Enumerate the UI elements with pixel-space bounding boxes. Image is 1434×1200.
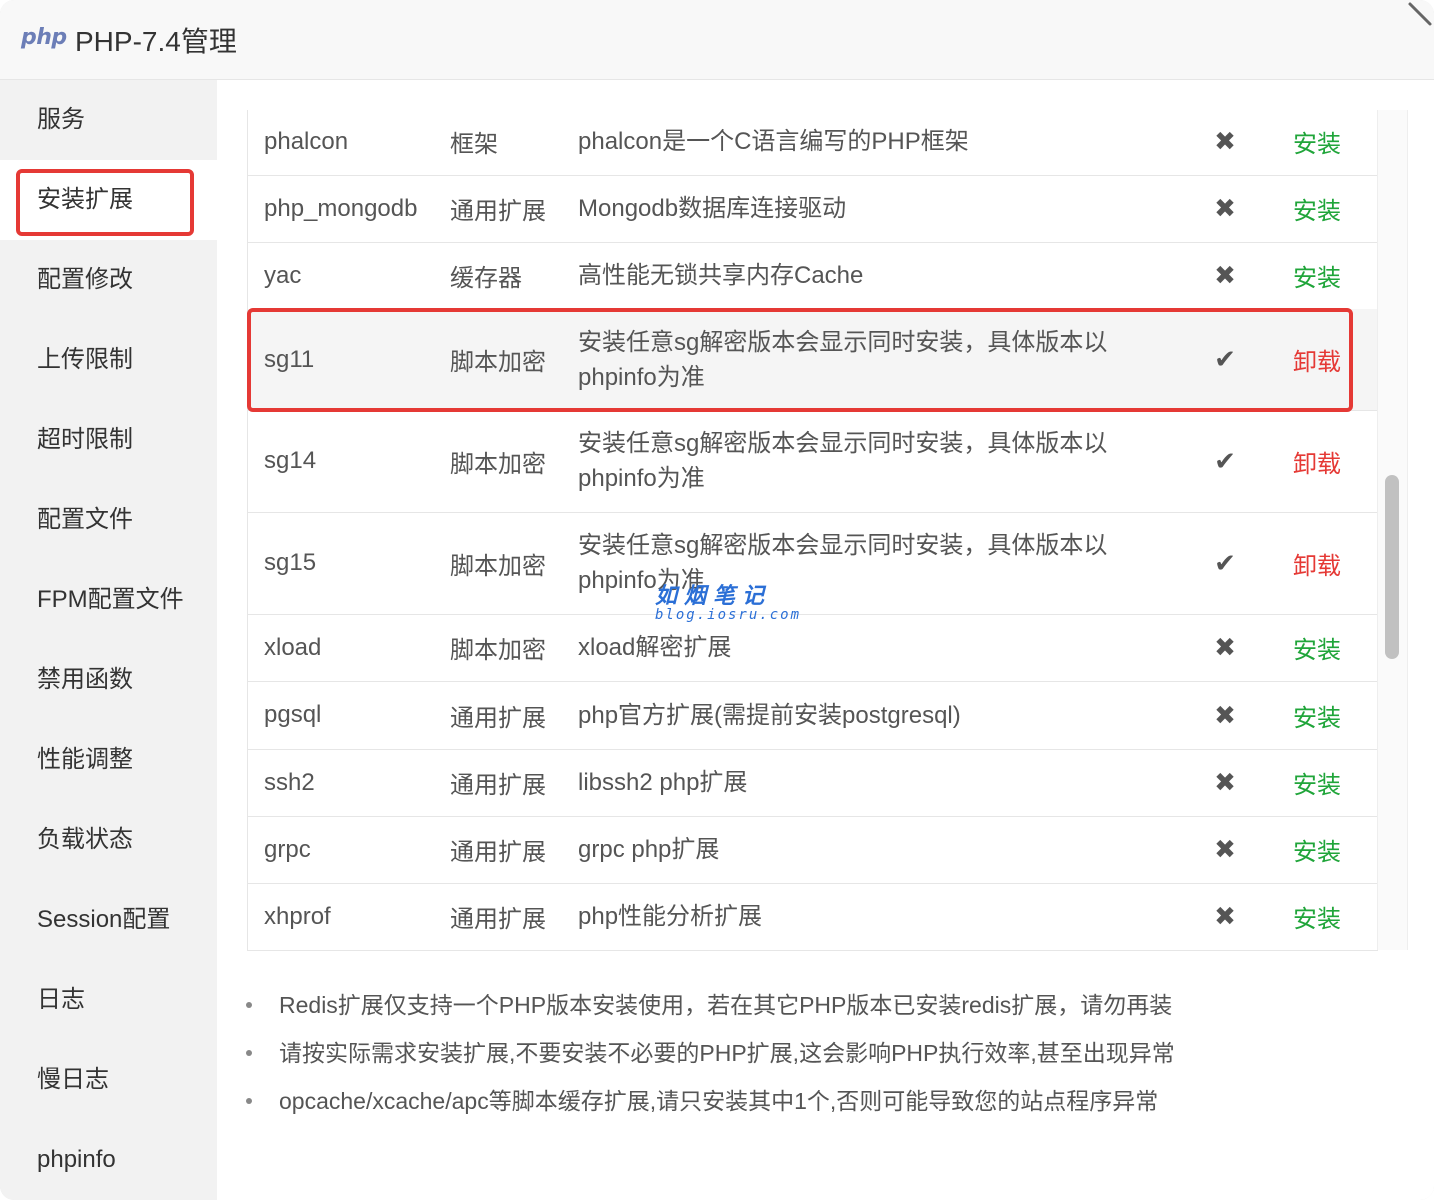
tip-text: opcache/xcache/apc等脚本缓存扩展,请只安装其中1个,否则可能导… [279, 1088, 1159, 1114]
check-icon: ✔ [1214, 547, 1236, 578]
extension-description: phalcon是一个C语言编写的PHP框架 [578, 128, 969, 155]
extension-type: 通用扩展 [450, 906, 546, 933]
install-button[interactable]: 安装 [1293, 110, 1353, 175]
extension-name: php_mongodb [264, 194, 418, 222]
extension-name: ssh2 [264, 768, 315, 796]
table-row: sg11 脚本加密 安装任意sg解密版本会显示同时安装，具体版本以phpinfo… [248, 309, 1378, 411]
extension-type: 缓存器 [450, 265, 522, 292]
extension-description: 安装任意sg解密版本会显示同时安装，具体版本以phpinfo为准 [578, 430, 1108, 492]
sidebar-item-upload-limit[interactable]: 上传限制 [0, 320, 217, 400]
php-manager-window: php PHP-7.4管理 服务 安装扩展 配置修改 上传限制 超时限制 配置文… [0, 0, 1434, 1200]
sidebar-item-fpm-config[interactable]: FPM配置文件 [0, 560, 217, 640]
list-item: opcache/xcache/apc等脚本缓存扩展,请只安装其中1个,否则可能导… [246, 1081, 1175, 1129]
extension-name: grpc [264, 835, 311, 863]
window-corner-icon [1408, 2, 1432, 26]
install-button[interactable]: 安装 [1293, 175, 1353, 242]
extension-description: xload解密扩展 [578, 634, 732, 661]
sidebar-item-config-edit[interactable]: 配置修改 [0, 240, 217, 320]
extension-name: xhprof [264, 902, 331, 930]
table-row: grpc 通用扩展 grpc php扩展 ✖ 安装 [248, 816, 1378, 884]
extension-type: 通用扩展 [450, 198, 546, 225]
sidebar-item-disabled-functions[interactable]: 禁用函数 [0, 640, 217, 720]
window-title: PHP-7.4管理 [75, 26, 237, 57]
cross-icon: ✖ [1214, 632, 1236, 662]
list-item: 请按实际需求安装扩展,不要安装不必要的PHP扩展,这会影响PHP执行效率,甚至出… [246, 1033, 1175, 1081]
extension-name: xload [264, 633, 322, 661]
extension-name: sg15 [264, 549, 317, 576]
table-row: sg14 脚本加密 安装任意sg解密版本会显示同时安装，具体版本以phpinfo… [248, 410, 1378, 513]
tip-text: Redis扩展仅支持一个PHP版本安装使用，若在其它PHP版本已安装redis扩… [279, 992, 1173, 1018]
extension-type: 脚本加密 [450, 349, 546, 376]
extension-name: phalcon [264, 127, 349, 155]
cross-icon: ✖ [1214, 126, 1236, 156]
extension-table: phalcon 框架 phalcon是一个C语言编写的PHP框架 ✖ 安装 ph… [247, 110, 1378, 951]
extension-type: 脚本加密 [450, 637, 546, 664]
extension-description: php官方扩展(需提前安装postgresql) [578, 701, 961, 729]
sidebar-item-config-file[interactable]: 配置文件 [0, 480, 217, 560]
sidebar-item-session-config[interactable]: Session配置 [0, 880, 217, 960]
cross-icon: ✖ [1214, 834, 1236, 864]
extension-name: sg11 [264, 345, 315, 373]
cross-icon: ✖ [1214, 193, 1236, 223]
extension-description: 高性能无锁共享内存Cache [578, 262, 864, 289]
uninstall-button[interactable]: 卸载 [1293, 512, 1353, 614]
table-row: xhprof 通用扩展 php性能分析扩展 ✖ 安装 [248, 883, 1378, 950]
sidebar-item-install-extension[interactable]: 安装扩展 [0, 160, 217, 240]
table-scrollbar-thumb[interactable] [1385, 475, 1399, 659]
bullet-icon [246, 1002, 252, 1008]
title-bar: php PHP-7.4管理 [0, 0, 1434, 80]
sidebar-item-performance[interactable]: 性能调整 [0, 720, 217, 800]
extension-type: 通用扩展 [450, 772, 546, 799]
tips-list: Redis扩展仅支持一个PHP版本安装使用，若在其它PHP版本已安装redis扩… [246, 985, 1175, 1129]
extension-description: 安装任意sg解密版本会显示同时安装，具体版本以phpinfo为准 [578, 532, 1108, 594]
cross-icon: ✖ [1214, 260, 1236, 290]
table-row: ssh2 通用扩展 libssh2 php扩展 ✖ 安装 [248, 749, 1378, 817]
table-row: xload 脚本加密 xload解密扩展 ✖ 安装 [248, 614, 1378, 682]
install-button[interactable]: 安装 [1293, 681, 1353, 749]
extension-type: 框架 [450, 131, 498, 158]
extension-name: pgsql [264, 701, 322, 728]
sidebar-nav: 服务 安装扩展 配置修改 上传限制 超时限制 配置文件 FPM配置文件 禁用函数… [0, 80, 217, 1200]
check-icon: ✔ [1214, 445, 1236, 476]
extension-description: libssh2 php扩展 [578, 769, 748, 796]
extension-name: sg14 [264, 447, 317, 474]
cross-icon: ✖ [1214, 767, 1236, 797]
extension-description: grpc php扩展 [578, 836, 720, 863]
table-row: sg15 脚本加密 安装任意sg解密版本会显示同时安装，具体版本以phpinfo… [248, 512, 1378, 615]
table-row: phalcon 框架 phalcon是一个C语言编写的PHP框架 ✖ 安装 [248, 110, 1378, 176]
php-logo-icon: php [21, 25, 67, 50]
bullet-icon [246, 1098, 252, 1104]
check-icon: ✔ [1214, 344, 1236, 374]
install-button[interactable]: 安装 [1293, 614, 1353, 681]
install-button[interactable]: 安装 [1293, 816, 1353, 883]
sidebar-item-phpinfo[interactable]: phpinfo [0, 1120, 217, 1200]
extension-description: 安装任意sg解密版本会显示同时安装，具体版本以phpinfo为准 [578, 328, 1108, 391]
extension-name: yac [264, 261, 302, 289]
extension-type: 通用扩展 [450, 839, 546, 866]
extension-type: 通用扩展 [450, 704, 546, 732]
uninstall-button[interactable]: 卸载 [1293, 309, 1353, 410]
list-item: Redis扩展仅支持一个PHP版本安装使用，若在其它PHP版本已安装redis扩… [246, 985, 1175, 1033]
extension-type: 脚本加密 [450, 450, 546, 478]
table-row: pgsql 通用扩展 php官方扩展(需提前安装postgresql) ✖ 安装 [248, 681, 1378, 750]
install-button[interactable]: 安装 [1293, 242, 1353, 309]
sidebar-item-load-status[interactable]: 负载状态 [0, 800, 217, 880]
sidebar-item-log[interactable]: 日志 [0, 960, 217, 1040]
table-row: yac 缓存器 高性能无锁共享内存Cache ✖ 安装 [248, 242, 1378, 310]
tip-text: 请按实际需求安装扩展,不要安装不必要的PHP扩展,这会影响PHP执行效率,甚至出… [279, 1040, 1175, 1066]
extension-description: Mongodb数据库连接驱动 [578, 195, 847, 222]
install-button[interactable]: 安装 [1293, 749, 1353, 816]
cross-icon: ✖ [1214, 699, 1236, 730]
table-row: php_mongodb 通用扩展 Mongodb数据库连接驱动 ✖ 安装 [248, 175, 1378, 243]
cross-icon: ✖ [1214, 901, 1236, 931]
install-button[interactable]: 安装 [1293, 883, 1353, 950]
extension-description: php性能分析扩展 [578, 903, 763, 930]
bullet-icon [246, 1050, 252, 1056]
uninstall-button[interactable]: 卸载 [1293, 410, 1353, 512]
sidebar-item-timeout-limit[interactable]: 超时限制 [0, 400, 217, 480]
sidebar-item-service[interactable]: 服务 [0, 80, 217, 160]
extension-type: 脚本加密 [450, 552, 546, 580]
sidebar-item-slow-log[interactable]: 慢日志 [0, 1040, 217, 1120]
